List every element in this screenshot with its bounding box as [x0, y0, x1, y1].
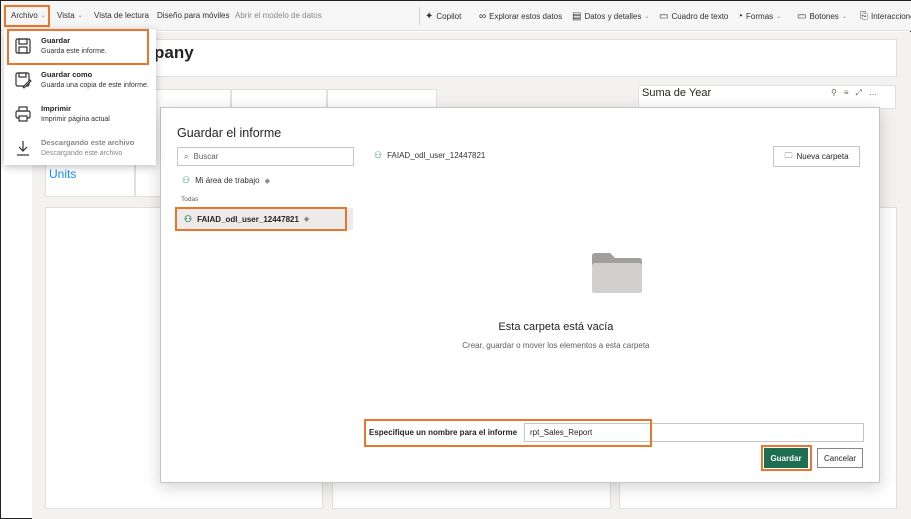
formas-button[interactable]: ◔ Formas ⌄	[737, 11, 781, 22]
table-icon: ▤	[572, 11, 582, 22]
cuadro-texto-button[interactable]: ▭ Cuadro de texto	[659, 11, 728, 22]
copilot-icon: ✦	[425, 11, 434, 22]
explorar-button[interactable]: ∞ Explorar estos datos	[479, 11, 562, 22]
new-folder-icon: 🗀	[784, 150, 793, 160]
file-menu-title: Imprimir	[41, 104, 72, 113]
empty-folder-icon	[592, 253, 642, 293]
download-icon	[17, 141, 29, 156]
cuadro-texto-label: Cuadro de texto	[671, 12, 729, 21]
file-menu-descargando: Descargando este archivo Descargando est…	[4, 135, 156, 167]
chevron-down-icon: ⌄	[644, 14, 650, 20]
file-menu-subtitle: Descargando este archivo	[41, 150, 123, 157]
shapes-icon: ◔	[737, 11, 744, 22]
kpi-card[interactable]	[327, 89, 437, 109]
datos-detalles-button[interactable]: ▤ Datos y detalles ⌄	[572, 11, 649, 22]
breadcrumb-label: FAIAD_odl_user_12447821	[387, 151, 486, 160]
visual-toolbar: ⚲ ≡ ⤢ …	[831, 88, 877, 98]
abrir-modelo-button[interactable]: Abrir el modelo de datos	[235, 11, 322, 20]
premium-icon: ◆	[264, 177, 270, 185]
empty-folder-subtitle: Crear, guardar o mover los elementos a e…	[462, 341, 650, 350]
save-as-icon	[15, 72, 32, 89]
search-input[interactable]: ⌕ Buscar	[177, 147, 354, 166]
more-icon[interactable]: …	[869, 88, 877, 98]
workspace-icon: ⚇	[374, 150, 383, 160]
archivo-highlight	[4, 5, 50, 27]
save-button-highlight	[761, 445, 812, 471]
binoculars-icon: ∞	[479, 11, 487, 22]
interactions-icon: ⎘	[860, 11, 868, 22]
new-folder-button[interactable]: 🗀 Nueva carpeta	[773, 146, 860, 167]
chevron-down-icon: ⌄	[776, 14, 782, 20]
guardar-highlight	[7, 29, 149, 65]
save-report-dialog: Guardar el informe ⌕ Buscar ⚇ Mi área de…	[160, 107, 880, 483]
empty-folder-title: Esta carpeta está vacía	[498, 321, 614, 333]
person-icon: ⚇	[182, 175, 191, 185]
copilot-label: Copilot	[436, 12, 462, 21]
file-menu-title: Descargando este archivo	[41, 138, 135, 147]
formas-label: Formas	[746, 12, 774, 21]
file-menu-subtitle: Imprimir página actual	[41, 116, 110, 123]
my-workspace-label: Mi área de trabajo	[195, 176, 260, 185]
workspace-highlight	[175, 207, 347, 231]
report-title: pany	[154, 43, 194, 62]
ribbon: Archivo ⌄ Vista ⌄ Vista de lectura Diseño …	[1, 1, 911, 31]
interacciones-button[interactable]: ⎘Interacciones	[860, 11, 911, 22]
diseno-moviles-label: Diseño para móviles	[157, 11, 230, 20]
ribbon-divider	[419, 7, 420, 25]
button-icon: ▭	[797, 11, 807, 22]
cancel-button[interactable]: Cancelar	[817, 448, 863, 468]
botones-button[interactable]: ▭ Botones ⌄	[797, 11, 847, 22]
vista-label: Vista	[57, 11, 75, 20]
vista-lectura-label: Vista de lectura	[94, 11, 149, 20]
all-section-label: Todas	[181, 196, 199, 203]
vista-lectura-button[interactable]: Vista de lectura	[94, 11, 149, 20]
text-box-icon: ▭	[659, 11, 669, 22]
breadcrumb: ⚇ FAIAD_odl_user_12447821	[374, 150, 485, 161]
interacciones-label: Interacciones	[871, 12, 911, 21]
file-menu-title: Guardar como	[41, 70, 93, 79]
diseno-moviles-button[interactable]: Diseño para móviles	[157, 11, 229, 20]
my-workspace-item[interactable]: ⚇ Mi área de trabajo ◆	[182, 175, 270, 186]
chevron-down-icon: ⌄	[841, 14, 847, 20]
vista-menu[interactable]: Vista ⌄	[57, 11, 83, 20]
copilot-button[interactable]: ✦ Copilot	[425, 11, 461, 22]
file-menu-subtitle: Guarda una copia de este informe.	[41, 82, 149, 89]
units-label: Units	[49, 167, 77, 181]
search-placeholder: Buscar	[193, 152, 219, 161]
search-icon: ⌕	[184, 151, 189, 161]
report-name-highlight	[364, 419, 652, 447]
explorar-label: Explorar estos datos	[489, 12, 563, 21]
file-menu-guardar-como[interactable]: Guardar como Guarda una copia de este in…	[4, 67, 156, 99]
botones-label: Botones	[809, 12, 839, 21]
focus-icon[interactable]: ⤢	[856, 88, 862, 98]
kpi-card[interactable]	[231, 89, 327, 109]
dialog-title: Guardar el informe	[177, 126, 282, 140]
file-menu-imprimir[interactable]: Imprimir Imprimir página actual	[4, 101, 156, 133]
pin-icon[interactable]: ⚲	[831, 88, 837, 98]
new-folder-label: Nueva carpeta	[796, 152, 849, 161]
suma-label: Suma de Year	[642, 87, 712, 99]
abrir-modelo-label: Abrir el modelo de datos	[235, 11, 322, 20]
datos-detalles-label: Datos y detalles	[584, 12, 642, 21]
chevron-down-icon: ⌄	[77, 13, 83, 19]
print-icon	[15, 106, 31, 122]
filter-icon[interactable]: ≡	[844, 88, 849, 98]
